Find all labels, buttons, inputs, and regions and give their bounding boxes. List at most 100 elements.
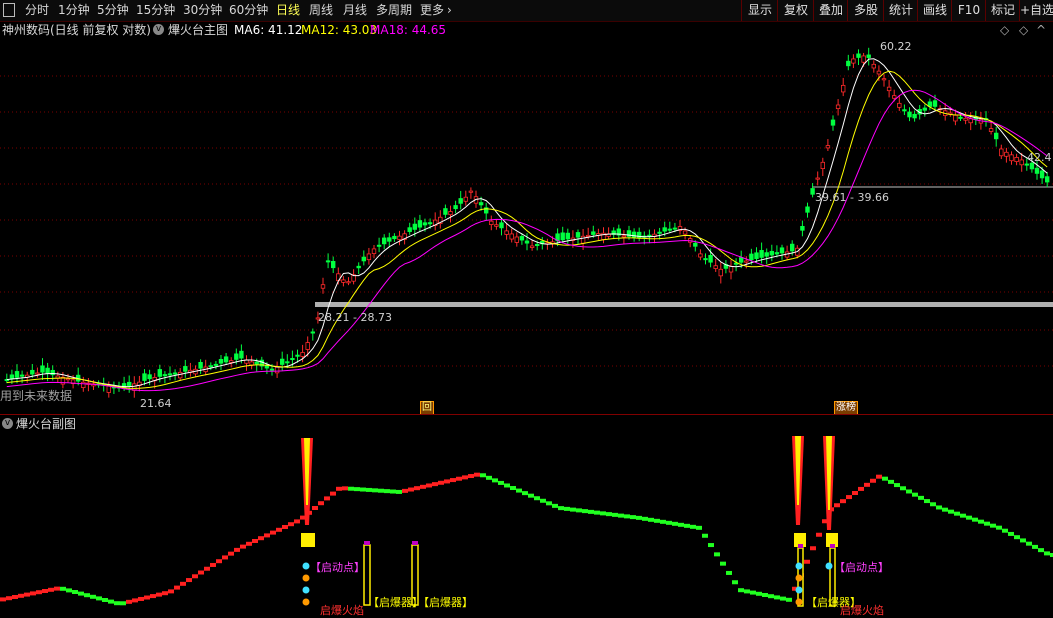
candle-body [366,253,372,261]
candle-body [478,202,484,206]
sub-curve-step [852,491,858,495]
sub-curve-step [600,511,606,516]
sub-curve-step [930,502,936,507]
sub-curve-step [186,578,192,583]
sub-curve-step [996,525,1002,530]
sub-curve-step [696,525,702,530]
candle-body [453,205,458,210]
sub-curve-step [72,590,78,594]
sub-curve-step [768,594,774,599]
sub-curve-step [654,518,660,523]
sub-curve-step [816,532,822,537]
sub-curve-step [522,491,528,496]
sub-curve-step [258,536,264,541]
sub-curve-step [606,512,612,517]
candle-body [234,353,239,360]
sub-curve-step [156,592,162,597]
candle-body [749,253,754,261]
sub-curve-step [174,585,180,590]
candle-body [769,250,774,256]
candle-body [504,230,509,235]
candle-body [463,196,468,202]
marker-hui[interactable]: 回 [420,401,434,415]
sub-curve-step [180,581,186,586]
candle-body [682,230,688,235]
candle-body [397,235,402,240]
price-high-label: 60.22 [880,40,912,53]
sub-curve-step [840,499,846,504]
sub-curve-step [222,555,228,560]
sub-curve-step [1032,544,1038,549]
candle-body [560,232,565,241]
candle-body [1014,156,1019,162]
candle-body [147,374,152,380]
sub-curve-step [426,483,432,488]
candle-body [1004,151,1009,157]
candle-body [988,128,994,132]
candle-body [820,161,825,169]
candle-body [586,234,591,237]
candle-body [519,236,525,241]
sub-curve-step [594,510,600,515]
sub-curve-step [450,478,456,483]
sub-curve-step [264,533,270,538]
candle-body [19,374,25,377]
sub-curve-step [978,519,984,524]
sub-curve-step [906,489,912,494]
price-low-label: 21.64 [140,397,172,410]
candle-body [754,252,759,259]
candle-body [371,248,377,254]
sub-curve-step [732,580,738,585]
sub-curve-step [318,501,324,506]
sub-curve-step [216,559,222,564]
sub-curve-step [162,591,168,596]
marker-zhangting[interactable]: 涨榜 [834,401,858,415]
candle-body [198,361,203,369]
sub-curve-step [384,489,390,494]
candle-body [239,350,244,359]
sub-curve-step [432,482,438,487]
candle-body [907,111,912,118]
sub-curve-step [786,597,792,602]
candle-body [9,374,15,379]
sub-curve-step [750,590,756,595]
sub-curve-step [618,513,624,518]
sub-curve-step [648,517,654,522]
candle-body [774,252,780,255]
candle-body [422,222,428,226]
sub-curve-step [312,506,318,510]
candle-body [81,381,86,389]
candle-body [346,281,351,284]
candle-body [963,117,968,121]
candle-body [703,258,708,261]
sub-curve-step [408,487,414,492]
candle-body [443,208,448,215]
sub-curve-step [1014,535,1020,540]
sub-chart-title[interactable]: 熚火台副图 [16,416,76,432]
signal-qibaoqi-1: 【启爆器】 [368,596,423,609]
candle-body [45,367,50,374]
candle-body [825,145,831,149]
sub-curve-step [744,589,750,594]
candle-body [65,378,71,381]
signal-glyph [795,598,803,606]
candle-body [810,188,815,195]
candle-body [40,365,45,373]
sub-curve-step [666,520,672,525]
signal-glyph [795,586,803,594]
candle-body [392,235,397,240]
sub-curve-step [234,547,240,552]
sub-curve-step [468,474,474,479]
sub-curve-step [138,596,144,601]
sub-curve-step [564,506,570,511]
candle-body [213,363,219,366]
sub-curve-step [708,543,714,548]
candle-body [800,226,805,231]
candle-body [172,372,178,375]
candle-body [218,359,224,364]
sub-curve-step [474,472,480,477]
chevron-down-icon[interactable]: v [2,418,13,429]
candle-body [427,222,433,225]
chart-canvas[interactable] [0,0,1053,615]
sub-curve-step [576,508,582,513]
